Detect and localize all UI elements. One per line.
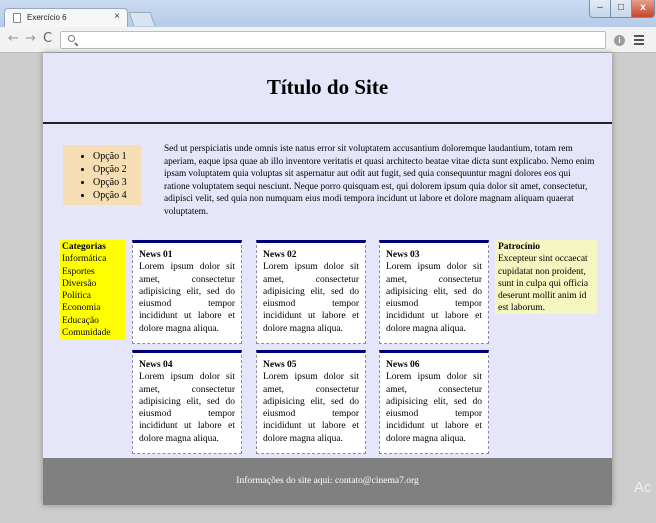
news-card: News 01 Lorem ipsum dolor sit amet, cons… xyxy=(132,240,242,344)
sponsor-box: Patrocínio Excepteur sint occaecat cupid… xyxy=(495,240,597,314)
category-item[interactable]: Economia xyxy=(62,302,124,314)
options-menu: Opção 1 Opção 2 Opção 3 Opção 4 xyxy=(63,145,141,205)
site-container: Título do Site Opção 1 Opção 2 Opção 3 O… xyxy=(43,53,612,505)
menu-item[interactable]: Opção 2 xyxy=(93,163,141,176)
news-title: News 03 xyxy=(386,250,420,260)
news-card: News 02 Lorem ipsum dolor sit amet, cons… xyxy=(256,240,366,344)
site-title: Título do Site xyxy=(266,75,389,99)
news-text: Lorem ipsum dolor sit amet, consectetur … xyxy=(263,262,359,334)
category-item[interactable]: Diversão xyxy=(62,278,124,290)
page-viewport: Título do Site Opção 1 Opção 2 Opção 3 O… xyxy=(0,53,656,523)
browser-toolbar: ← → C i xyxy=(0,27,656,53)
minimize-button[interactable]: – xyxy=(589,0,611,18)
news-text: Lorem ipsum dolor sit amet, consectetur … xyxy=(386,372,482,444)
back-button[interactable]: ← xyxy=(8,31,19,47)
page-icon xyxy=(13,13,21,23)
footer-text: Informações do site aqui: contato@cinema… xyxy=(236,476,419,486)
news-text: Lorem ipsum dolor sit amet, consectetur … xyxy=(139,372,235,444)
tab-title: Exercício 6 xyxy=(27,13,67,22)
maximize-button[interactable]: □ xyxy=(610,0,632,18)
category-item[interactable]: Informática xyxy=(62,253,124,265)
address-bar[interactable] xyxy=(60,31,606,49)
hamburger-menu-icon[interactable] xyxy=(634,35,644,45)
tab-close-button[interactable]: × xyxy=(114,11,120,22)
site-footer: Informações do site aqui: contato@cinema… xyxy=(43,458,612,505)
sponsor-heading: Patrocínio xyxy=(498,242,541,252)
categories-sidebar: Categorias Informática Esportes Diversão… xyxy=(60,240,126,340)
news-card: News 03 Lorem ipsum dolor sit amet, cons… xyxy=(379,240,489,344)
category-item[interactable]: Esportes xyxy=(62,266,124,278)
news-text: Lorem ipsum dolor sit amet, consectetur … xyxy=(139,262,235,334)
close-window-button[interactable]: x xyxy=(631,0,655,18)
menu-item[interactable]: Opção 4 xyxy=(93,189,141,202)
category-item[interactable]: Comunidade xyxy=(62,327,124,339)
news-title: News 02 xyxy=(263,250,297,260)
menu-item[interactable]: Opção 3 xyxy=(93,176,141,189)
news-title: News 04 xyxy=(139,360,173,370)
browser-tab[interactable]: Exercício 6 × xyxy=(4,8,128,27)
news-title: News 06 xyxy=(386,360,420,370)
activation-watermark: Ac xyxy=(634,479,652,496)
news-card: News 05 Lorem ipsum dolor sit amet, cons… xyxy=(256,350,366,454)
categories-heading: Categorias xyxy=(62,242,106,252)
site-header: Título do Site xyxy=(43,53,612,124)
intro-paragraph: Sed ut perspiciatis unde omnis iste natu… xyxy=(164,144,595,217)
category-item[interactable]: Educação xyxy=(62,315,124,327)
news-card: News 04 Lorem ipsum dolor sit amet, cons… xyxy=(132,350,242,454)
category-item[interactable]: Política xyxy=(62,290,124,302)
menu-item[interactable]: Opção 1 xyxy=(93,150,141,163)
forward-button[interactable]: → xyxy=(25,31,36,47)
news-text: Lorem ipsum dolor sit amet, consectetur … xyxy=(263,372,359,444)
reload-button[interactable]: C xyxy=(43,31,52,47)
info-icon[interactable]: i xyxy=(614,35,625,46)
search-icon xyxy=(68,35,75,42)
news-title: News 05 xyxy=(263,360,297,370)
news-card: News 06 Lorem ipsum dolor sit amet, cons… xyxy=(379,350,489,454)
news-text: Lorem ipsum dolor sit amet, consectetur … xyxy=(386,262,482,334)
news-title: News 01 xyxy=(139,250,173,260)
new-tab-button[interactable] xyxy=(128,12,156,26)
sponsor-text: Excepteur sint occaecat cupidatat non pr… xyxy=(498,254,589,314)
browser-titlebar: Exercício 6 × – □ x xyxy=(0,0,656,27)
